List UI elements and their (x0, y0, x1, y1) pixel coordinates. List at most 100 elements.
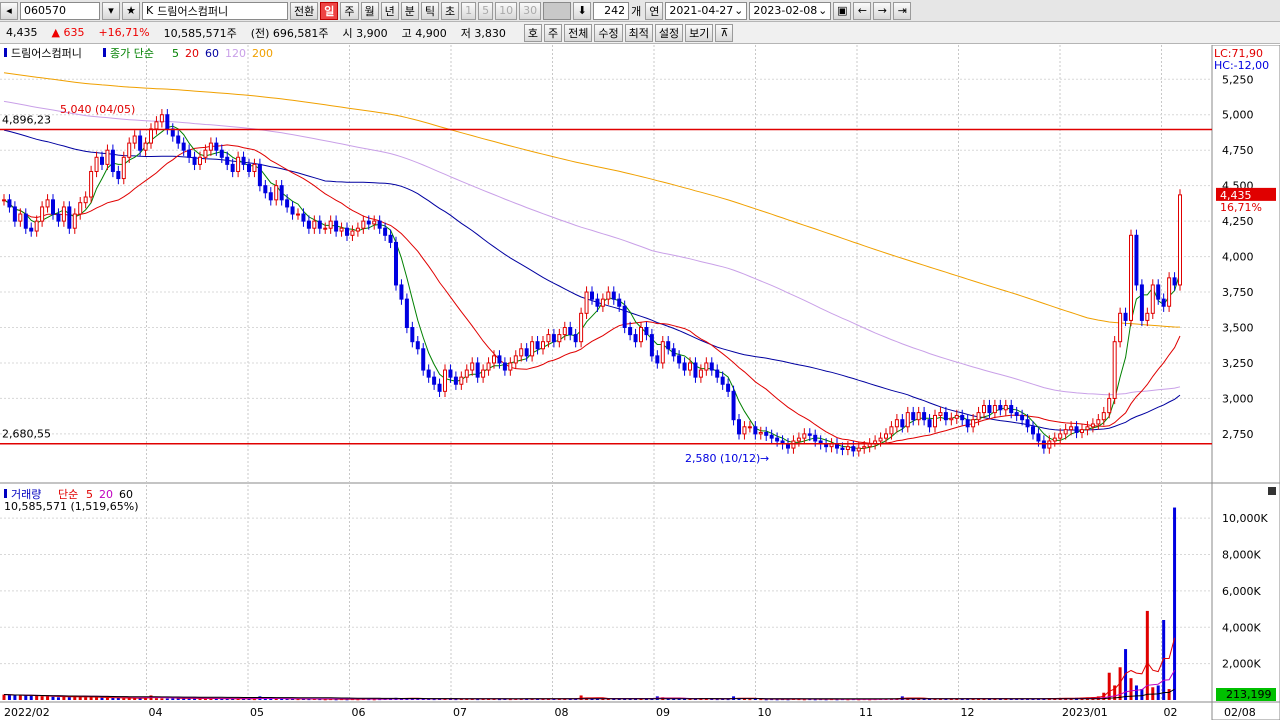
candle-body (726, 383, 731, 392)
candle-body (247, 163, 251, 172)
period-button-0[interactable]: 일 (320, 1, 339, 20)
quote-button-5[interactable]: 설정 (654, 23, 684, 42)
candle-body (45, 199, 50, 208)
candle-body (513, 355, 518, 364)
candle-body (366, 220, 371, 225)
candle-body (1058, 433, 1063, 439)
candle-body (198, 156, 202, 165)
chart-area[interactable]: 2022/02 04 05 06 07 08 09 10 11 12 2023/01 02 02/08 5… (0, 44, 1280, 721)
candle-body (660, 341, 665, 364)
quote-button-1[interactable]: 주 (544, 23, 563, 42)
candle-body (56, 213, 61, 222)
candle-body (1118, 312, 1123, 343)
candle-body (617, 298, 622, 307)
candle-body (257, 163, 262, 187)
candle-body (334, 220, 339, 232)
arrow-left-icon[interactable]: ← (853, 1, 872, 20)
candle-body (410, 327, 415, 343)
date-mode-button[interactable]: 연 (645, 1, 664, 20)
candle-body (214, 142, 219, 151)
candle-body (889, 426, 894, 435)
candle-body (18, 213, 23, 222)
candle-body (982, 405, 986, 414)
arrow-right-icon[interactable]: → (873, 1, 892, 20)
candle-body (933, 414, 937, 428)
period-button-3[interactable]: 년 (380, 1, 399, 20)
candle-body (693, 362, 698, 378)
candle-body (361, 220, 366, 229)
date-to-input[interactable]: 2023-02-08 ⌄ (749, 1, 832, 20)
price-change: ▲ 635 (51, 26, 85, 39)
x-tick-label: 09 (656, 706, 670, 719)
current-pct-tag: 16,71% (1220, 201, 1262, 214)
arrow-down-icon[interactable]: ⬇ (573, 1, 592, 20)
minute-button-30[interactable]: 30 (519, 1, 542, 20)
candle-body (976, 412, 981, 421)
minute-button-1[interactable]: 1 (461, 1, 477, 20)
candle-body (285, 199, 290, 208)
candle-body (1074, 426, 1079, 433)
candle-body (900, 419, 905, 428)
period-button-6[interactable]: 초 (441, 1, 460, 20)
candle-body (807, 433, 812, 436)
chart-svg[interactable]: 2022/02 04 05 06 07 08 09 10 11 12 2023/01 02 02/08 5… (0, 44, 1280, 721)
volume-bar (1134, 685, 1138, 700)
candle-body (747, 426, 752, 429)
candle-body (89, 170, 94, 198)
fast-forward-icon[interactable]: ⇥ (893, 1, 912, 20)
candle-body (633, 334, 638, 343)
chevron-down-icon: ⌄ (818, 4, 828, 17)
favorite-star-icon[interactable]: ★ (122, 1, 140, 20)
candle-body (698, 369, 703, 378)
custom-minute-input[interactable] (543, 1, 572, 20)
quote-bar: 4,435 ▲ 635 +16,71% 10,585,571주 (전) 696,… (0, 22, 1280, 44)
switch-button[interactable]: 전환 (290, 1, 319, 20)
min-price-annotation: 2,580 (10/12) (685, 452, 760, 465)
trade-volume: 10,585,571주 (163, 26, 237, 40)
candle-body (590, 291, 594, 300)
minute-button-10[interactable]: 10 (495, 1, 518, 20)
period-button-2[interactable]: 월 (360, 1, 379, 20)
candle-body (252, 163, 257, 172)
candle-body (404, 298, 409, 329)
candle-body (72, 213, 77, 229)
quote-button-6[interactable]: 보기 (685, 23, 714, 42)
volume-tick-label: 6,000K (1222, 585, 1261, 598)
volume-tick-label: 10,000K (1222, 512, 1268, 525)
menu-icon[interactable]: ◂ (0, 1, 18, 20)
pin-icon[interactable]: ⊼ (715, 23, 734, 42)
x-tick-label: 02/08 (1224, 706, 1256, 719)
minute-button-5[interactable]: 5 (478, 1, 494, 20)
candle-body (677, 355, 682, 364)
quote-button-0[interactable]: 호 (523, 23, 542, 42)
period-button-5[interactable]: 틱 (420, 1, 439, 20)
quote-button-2[interactable]: 전체 (564, 23, 593, 42)
count-input[interactable]: 242 (593, 1, 630, 20)
candle-body (486, 362, 491, 371)
ma-legend-5: 5 (172, 47, 179, 60)
candle-body (884, 433, 888, 439)
period-button-1[interactable]: 주 (340, 1, 359, 20)
hc-label: HC:-12,00 (1214, 59, 1269, 72)
period-button-4[interactable]: 분 (400, 1, 419, 20)
candle-body (595, 298, 600, 307)
candle-body (1090, 423, 1095, 428)
volume-bar (67, 697, 71, 700)
candle-body (61, 206, 66, 222)
code-input[interactable]: 060570 (20, 1, 100, 20)
volume-bar (1167, 689, 1171, 700)
quote-button-3[interactable]: 수정 (594, 23, 623, 42)
code-search-icon[interactable]: ▾ (102, 1, 120, 20)
candle-body (67, 206, 72, 229)
date-from: 2021-04-27 (669, 4, 734, 17)
volume-bar (46, 696, 50, 700)
candle-body (350, 230, 355, 236)
candle-body (769, 434, 774, 439)
x-tick-label: 11 (859, 706, 873, 719)
candle-body (192, 156, 197, 165)
date-from-input[interactable]: 2021-04-27 ⌄ (665, 1, 748, 20)
candle-body (737, 419, 741, 435)
save-icon[interactable]: ▣ (833, 1, 852, 20)
quote-button-4[interactable]: 최적 (624, 23, 653, 42)
candle-body (208, 142, 213, 151)
